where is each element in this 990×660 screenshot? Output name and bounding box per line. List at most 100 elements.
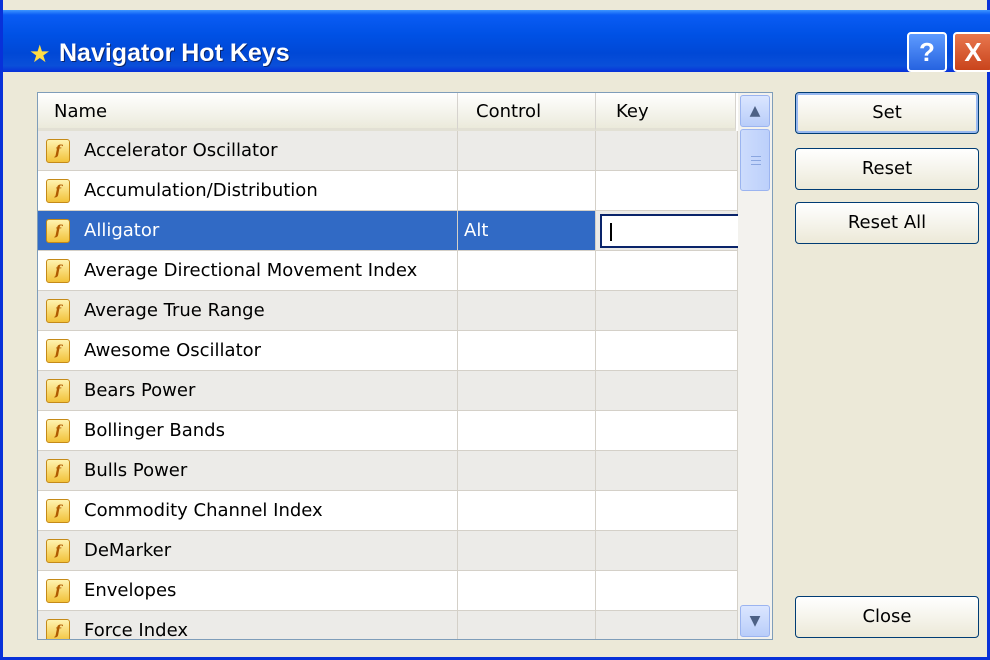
table-row[interactable]: f Alligator Alt — [38, 211, 740, 251]
function-icon: f — [46, 579, 70, 603]
set-button[interactable]: Set — [795, 92, 979, 134]
name-cell[interactable]: f Average True Range — [38, 291, 458, 331]
column-header-name[interactable]: Name — [38, 93, 458, 131]
key-cell[interactable] — [596, 491, 738, 531]
reset-button[interactable]: Reset — [795, 148, 979, 190]
name-cell[interactable]: f Average Directional Movement Index — [38, 251, 458, 291]
column-header-control[interactable]: Control — [458, 93, 596, 131]
table-row[interactable]: f Force Index — [38, 611, 738, 640]
close-label: Close — [862, 606, 912, 627]
function-icon: f — [46, 539, 70, 563]
key-cell[interactable] — [596, 171, 738, 211]
name-cell[interactable]: f DeMarker — [38, 531, 458, 571]
key-cell[interactable] — [596, 571, 738, 611]
control-cell[interactable] — [458, 411, 596, 451]
function-icon: f — [46, 419, 70, 443]
indicator-name: Envelopes — [84, 580, 177, 601]
title-bar[interactable]: ★ Navigator Hot Keys ? X — [3, 10, 990, 72]
column-header-key[interactable]: Key — [596, 93, 736, 131]
function-icon: f — [46, 139, 70, 163]
key-cell[interactable] — [596, 131, 738, 171]
table-row[interactable]: f Accumulation/Distribution — [38, 171, 738, 211]
function-icon: f — [46, 379, 70, 403]
function-icon: f — [46, 339, 70, 363]
control-cell[interactable] — [458, 331, 596, 371]
name-cell[interactable]: f Accelerator Oscillator — [38, 131, 458, 171]
control-cell[interactable] — [458, 491, 596, 531]
key-cell[interactable] — [596, 451, 738, 491]
control-cell[interactable] — [458, 251, 596, 291]
name-cell[interactable]: f Force Index — [38, 611, 458, 640]
table-row[interactable]: f Average Directional Movement Index — [38, 251, 738, 291]
scroll-thumb[interactable] — [740, 129, 770, 191]
indicator-name: Accumulation/Distribution — [84, 180, 318, 201]
indicator-name: Average Directional Movement Index — [84, 260, 418, 281]
key-cell[interactable] — [596, 371, 738, 411]
control-cell[interactable]: Alt — [458, 211, 596, 251]
control-cell[interactable] — [458, 451, 596, 491]
close-button[interactable]: Close — [795, 596, 979, 638]
indicator-name: Accelerator Oscillator — [84, 140, 278, 161]
help-button[interactable]: ? — [907, 32, 947, 72]
scroll-down-button[interactable]: ▼ — [740, 605, 770, 637]
table-row[interactable]: f Bollinger Bands — [38, 411, 738, 451]
indicator-name: Average True Range — [84, 300, 265, 321]
navigator-hot-keys-dialog: ★ Navigator Hot Keys ? X Name Control Ke… — [0, 0, 990, 660]
indicator-name: Alligator — [84, 220, 160, 241]
key-cell[interactable] — [596, 531, 738, 571]
indicator-name: Commodity Channel Index — [84, 500, 323, 521]
table-row[interactable]: f Awesome Oscillator — [38, 331, 738, 371]
function-icon: f — [46, 459, 70, 483]
function-icon: f — [46, 499, 70, 523]
indicator-name: Bears Power — [84, 380, 196, 401]
name-cell[interactable]: f Bears Power — [38, 371, 458, 411]
indicator-name: Awesome Oscillator — [84, 340, 262, 361]
table-row[interactable]: f Accelerator Oscillator — [38, 131, 738, 171]
star-icon: ★ — [29, 40, 51, 68]
function-icon: f — [46, 219, 70, 243]
vertical-scrollbar[interactable]: ▲ ▼ — [738, 93, 772, 639]
control-cell[interactable] — [458, 571, 596, 611]
name-cell[interactable]: f Envelopes — [38, 571, 458, 611]
table-row[interactable]: f DeMarker — [38, 531, 738, 571]
text-caret — [610, 223, 612, 241]
key-cell[interactable] — [596, 611, 738, 639]
control-cell[interactable] — [458, 131, 596, 171]
indicator-name: Force Index — [84, 620, 188, 640]
set-label: Set — [872, 102, 902, 123]
reset-label: Reset — [861, 158, 913, 179]
control-cell[interactable] — [458, 171, 596, 211]
control-cell[interactable] — [458, 371, 596, 411]
name-cell[interactable]: f Awesome Oscillator — [38, 331, 458, 371]
window-title: Navigator Hot Keys — [59, 39, 290, 67]
table-row[interactable]: f Envelopes — [38, 571, 738, 611]
key-cell[interactable] — [596, 411, 738, 451]
thumb-grip-line — [751, 160, 761, 161]
table-row[interactable]: f Bears Power — [38, 371, 738, 411]
reset-all-label: Reset All — [847, 212, 927, 233]
name-cell[interactable]: f Bulls Power — [38, 451, 458, 491]
function-icon: f — [46, 259, 70, 283]
function-icon: f — [46, 299, 70, 323]
indicator-name: Bulls Power — [84, 460, 188, 481]
scroll-up-button[interactable]: ▲ — [740, 95, 770, 127]
reset-all-button[interactable]: Reset All — [795, 202, 979, 244]
name-cell[interactable]: f Accumulation/Distribution — [38, 171, 458, 211]
hotkeys-list[interactable]: Name Control Key f Accelerator Oscillator… — [37, 92, 773, 640]
table-row[interactable]: f Bulls Power — [38, 451, 738, 491]
key-edit-field[interactable] — [600, 214, 740, 248]
name-cell[interactable]: f Alligator — [38, 211, 458, 251]
control-cell[interactable] — [458, 611, 596, 639]
table-row[interactable]: f Average True Range — [38, 291, 738, 331]
name-cell[interactable]: f Commodity Channel Index — [38, 491, 458, 531]
close-window-button[interactable]: X — [953, 32, 990, 72]
control-cell[interactable] — [458, 291, 596, 331]
function-icon: f — [46, 619, 70, 639]
table-row[interactable]: f Commodity Channel Index — [38, 491, 738, 531]
key-cell[interactable] — [596, 251, 738, 291]
thumb-grip-line — [751, 164, 761, 165]
name-cell[interactable]: f Bollinger Bands — [38, 411, 458, 451]
key-cell[interactable] — [596, 291, 738, 331]
control-cell[interactable] — [458, 531, 596, 571]
key-cell[interactable] — [596, 331, 738, 371]
